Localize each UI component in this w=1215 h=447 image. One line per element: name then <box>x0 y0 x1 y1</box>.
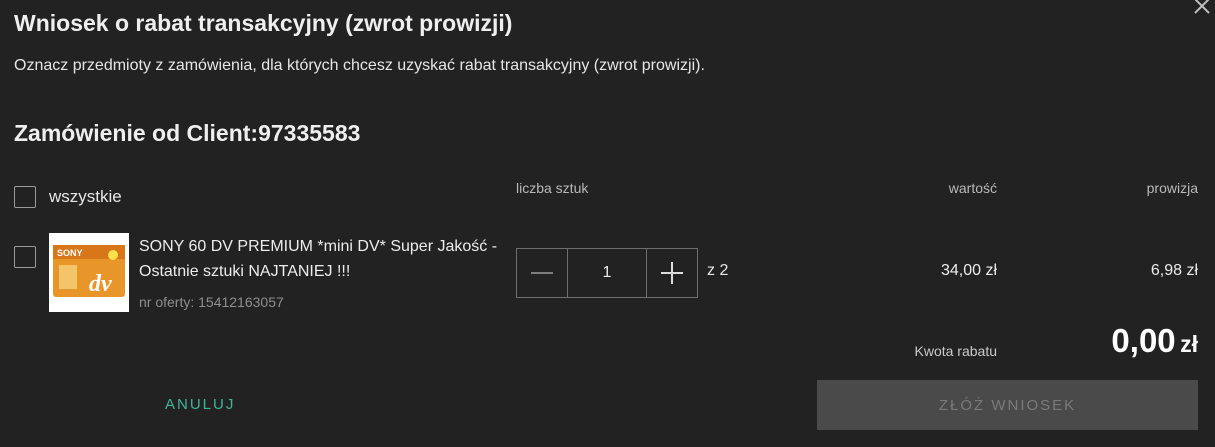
rebate-amount: 0,00 zł <box>1111 322 1198 360</box>
item-value: 34,00 zł <box>940 262 997 279</box>
decrement-button[interactable] <box>517 249 567 297</box>
rebate-label: Kwota rabatu <box>914 343 998 359</box>
item-checkbox[interactable] <box>14 246 36 268</box>
item-commission: 6,98 zł <box>1150 262 1198 279</box>
select-all-checkbox[interactable] <box>14 186 36 208</box>
rebate-amount-currency: zł <box>1180 331 1198 357</box>
commission-header: prowizja <box>1146 180 1198 196</box>
quantity-total: z 2 <box>707 262 729 279</box>
quantity-input[interactable]: 1 <box>567 249 647 297</box>
increment-button[interactable] <box>647 249 697 297</box>
offer-number: nr oferty: 15412163057 <box>139 294 284 310</box>
product-name[interactable]: SONY 60 DV PREMIUM *mini DV* Super Jakoś… <box>139 234 499 284</box>
cancel-button[interactable]: ANULUJ <box>165 396 235 413</box>
quantity-header: liczba sztuk <box>516 180 589 196</box>
quantity-stepper: 1 <box>516 248 698 298</box>
minus-icon <box>531 272 553 274</box>
rebate-request-dialog: Wniosek o rabat transakcyjny (zwrot prow… <box>0 0 1215 447</box>
thumbnail-dv-text: dv <box>89 271 112 297</box>
value-header: wartość <box>948 180 997 196</box>
order-title: Zamówienie od Client:97335583 <box>14 120 361 146</box>
dialog-subtitle: Oznacz przedmioty z zamówienia, dla któr… <box>14 57 705 74</box>
submit-request-button[interactable]: ZŁÓŻ WNIOSEK <box>817 380 1198 430</box>
close-icon[interactable] <box>1190 0 1214 18</box>
rebate-amount-value: 0,00 <box>1111 322 1176 359</box>
dialog-title: Wniosek o rabat transakcyjny (zwrot prow… <box>14 10 513 36</box>
plus-icon <box>661 262 683 284</box>
product-thumbnail: SONY dv <box>49 233 129 312</box>
select-all-label: wszystkie <box>49 187 122 206</box>
thumbnail-brand-text: SONY <box>57 248 83 258</box>
